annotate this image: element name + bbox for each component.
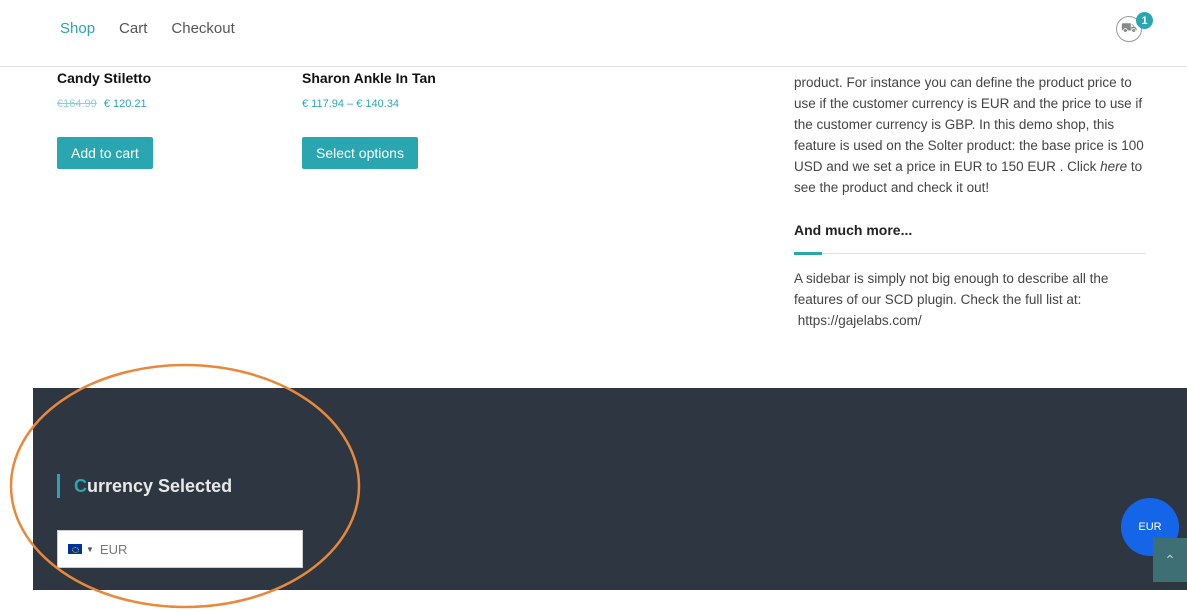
sale-price: € 120.21	[103, 98, 147, 110]
eu-flag-icon	[68, 544, 82, 554]
product-card-candy-stiletto: Candy Stiletto €164.99 € 120.21	[57, 70, 151, 110]
product-card-sharon-ankle: Sharon Ankle In Tan € 117.94 – € 140.34	[302, 70, 436, 110]
add-to-cart-button[interactable]: Add to cart	[57, 137, 153, 169]
product-price: €164.99 € 120.21	[57, 98, 151, 110]
product-price-range: € 117.94 – € 140.34	[302, 98, 400, 110]
old-price: €164.99	[57, 98, 97, 110]
nav-shop[interactable]: Shop	[60, 20, 95, 37]
main-nav: Shop Cart Checkout	[60, 20, 235, 37]
product-name[interactable]: Candy Stiletto	[57, 70, 151, 86]
here-link[interactable]: here	[1100, 159, 1127, 174]
currency-selected-title: Currency Selected	[57, 474, 232, 498]
currency-selector[interactable]: ▼ EUR	[57, 530, 303, 568]
sidebar-paragraph: product. For instance you can define the…	[794, 75, 1144, 195]
nav-checkout[interactable]: Checkout	[171, 20, 234, 37]
sidebar-paragraph-2: A sidebar is simply not big enough to de…	[794, 271, 1109, 328]
chevron-up-icon: ⌃	[1164, 551, 1176, 568]
nav-cart[interactable]: Cart	[119, 20, 147, 37]
sidebar-heading: And much more...	[794, 220, 1146, 255]
top-bar: Shop Cart Checkout ⛟ 1	[0, 0, 1187, 67]
dropdown-caret-icon: ▼	[86, 544, 94, 554]
currency-value: EUR	[99, 541, 128, 557]
heading-underline	[794, 252, 822, 255]
footer: Currency Selected ▼ EUR	[33, 388, 1187, 590]
sidebar: product. For instance you can define the…	[794, 72, 1146, 331]
scroll-to-top-button[interactable]: ⌃	[1153, 538, 1187, 582]
select-options-button[interactable]: Select options	[302, 137, 418, 169]
gajelabs-link[interactable]: https://gajelabs.com/	[798, 313, 922, 328]
product-name[interactable]: Sharon Ankle In Tan	[302, 70, 436, 86]
cart-count-badge: 1	[1136, 12, 1153, 29]
cart-button[interactable]: ⛟ 1	[1116, 12, 1153, 42]
